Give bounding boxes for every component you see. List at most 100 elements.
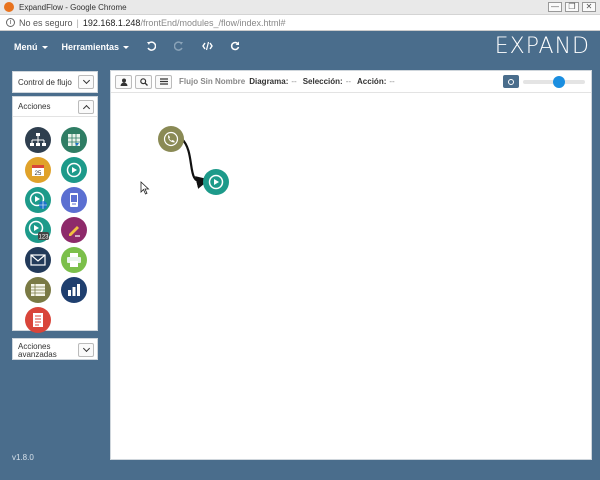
table-icon — [31, 284, 45, 296]
chevron-up-icon — [82, 104, 90, 112]
flow-editor: Flujo Sin Nombre Diagrama: -- Selección:… — [110, 70, 592, 460]
refresh-icon — [230, 41, 240, 50]
zoom-reset-button[interactable] — [503, 75, 519, 88]
app-header: Menú Herramientas EXPAND — [0, 31, 600, 63]
caret-down-icon — [41, 45, 48, 49]
sidebar: Control de flujo Acciones 25 123 Accione… — [0, 63, 108, 480]
list-icon — [159, 78, 168, 85]
window-titlebar: ExpandFlow - Google Chrome — ❐ ✕ — [0, 0, 600, 15]
hierarchy-action[interactable] — [25, 127, 51, 153]
phone-node[interactable] — [158, 126, 184, 152]
actions-grid: 25 123 — [13, 117, 97, 333]
play-action[interactable] — [61, 157, 87, 183]
mobile-action[interactable] — [61, 187, 87, 213]
action-value: -- — [389, 77, 395, 86]
minimize-button[interactable]: — — [548, 2, 562, 12]
url-host: 192.168.1.248 — [82, 17, 141, 28]
advanced-actions-label: Acciones avanzadas — [18, 342, 57, 359]
actions-header[interactable]: Acciones — [13, 97, 97, 117]
code-button[interactable] — [201, 41, 213, 54]
user-button[interactable] — [115, 74, 132, 89]
flow-name[interactable]: Flujo Sin Nombre — [179, 77, 245, 86]
info-icon[interactable]: i — [6, 18, 15, 27]
play-globe-icon — [29, 191, 47, 209]
connector-layer — [181, 138, 210, 189]
spreadsheet-import-action[interactable] — [61, 127, 87, 153]
brand-logo: EXPAND — [494, 34, 590, 59]
table-action[interactable] — [25, 277, 51, 303]
pencil-icon — [69, 226, 80, 237]
calendar-day: 25 — [35, 171, 42, 177]
flow-control-label: Control de flujo — [18, 77, 72, 87]
document-action[interactable] — [25, 307, 51, 333]
maximize-button[interactable]: ❐ — [565, 2, 579, 12]
calendar-icon: 25 — [32, 165, 44, 177]
play-node[interactable] — [203, 169, 229, 195]
address-bar[interactable]: i No es seguro | 192.168.1.248/frontEnd/… — [0, 15, 600, 31]
advanced-actions-toggle[interactable] — [78, 343, 94, 357]
spreadsheet-icon — [68, 134, 80, 146]
selection-label: Selección: — [302, 77, 343, 86]
zoom-slider-thumb[interactable] — [553, 76, 565, 88]
menu-dropdown[interactable]: Menú — [14, 42, 48, 52]
flow-control-header[interactable]: Control de flujo — [13, 72, 97, 92]
flow-control-toggle[interactable] — [78, 75, 94, 89]
tools-dropdown[interactable]: Herramientas — [62, 42, 130, 52]
actions-panel: Acciones 25 123 — [12, 96, 98, 333]
diagram-value: -- — [291, 77, 297, 86]
edit-action[interactable] — [61, 217, 87, 243]
undo-button[interactable] — [145, 40, 157, 54]
selection-value: -- — [345, 77, 352, 86]
zoom-slider[interactable] — [523, 76, 585, 88]
close-button[interactable]: ✕ — [582, 2, 596, 12]
redo-icon — [173, 40, 184, 51]
refresh-button[interactable] — [229, 41, 241, 54]
bar-chart-icon — [68, 284, 80, 296]
email-action[interactable] — [25, 247, 51, 273]
insecure-label: No es seguro — [19, 17, 73, 28]
chevron-down-icon — [82, 344, 90, 353]
version-label: v1.8.0 — [12, 453, 34, 462]
print-action[interactable] — [61, 247, 87, 273]
advanced-actions-panel: Acciones avanzadas — [12, 338, 98, 360]
menu-label: Menú — [14, 42, 38, 52]
search-button[interactable] — [135, 74, 152, 89]
hierarchy-icon — [30, 133, 46, 146]
user-icon — [120, 78, 127, 86]
advanced-actions-header[interactable]: Acciones avanzadas — [13, 339, 97, 361]
code-icon — [201, 41, 213, 50]
address-separator: | — [76, 17, 79, 28]
play-web-action[interactable] — [25, 187, 51, 213]
flow-connector — [181, 138, 210, 189]
diagram-label: Diagrama: — [249, 77, 289, 86]
target-icon — [508, 78, 514, 85]
mouse-cursor-icon — [140, 181, 150, 195]
window-title: ExpandFlow - Google Chrome — [19, 2, 127, 12]
calendar-action[interactable]: 25 — [25, 157, 51, 183]
play-icon — [208, 174, 224, 190]
mobile-icon — [70, 193, 78, 207]
window-controls: — ❐ ✕ — [548, 2, 596, 12]
play-number-action[interactable]: 123 — [25, 217, 51, 243]
url-path: /frontEnd/modules_/flow/index.html# — [140, 17, 286, 28]
play-number-icon: 123 — [28, 220, 49, 241]
document-icon — [33, 313, 43, 327]
undo-icon — [147, 40, 157, 51]
caret-down-icon — [123, 45, 130, 49]
editor-toolbar: Flujo Sin Nombre Diagrama: -- Selección:… — [111, 71, 591, 93]
chrome-logo-icon — [4, 2, 14, 12]
list-button[interactable] — [155, 74, 172, 89]
phone-icon — [163, 131, 179, 147]
actions-label: Acciones — [18, 102, 51, 111]
bar-chart-action[interactable] — [61, 277, 87, 303]
printer-icon — [67, 253, 81, 267]
search-icon — [139, 77, 148, 86]
chevron-down-icon — [82, 76, 90, 85]
flow-canvas[interactable] — [111, 93, 591, 459]
flow-control-panel: Control de flujo — [12, 71, 98, 93]
play-icon — [66, 162, 82, 178]
number-badge: 123 — [38, 235, 49, 241]
actions-toggle[interactable] — [78, 99, 94, 114]
redo-button[interactable] — [173, 40, 185, 54]
envelope-icon — [30, 254, 46, 266]
